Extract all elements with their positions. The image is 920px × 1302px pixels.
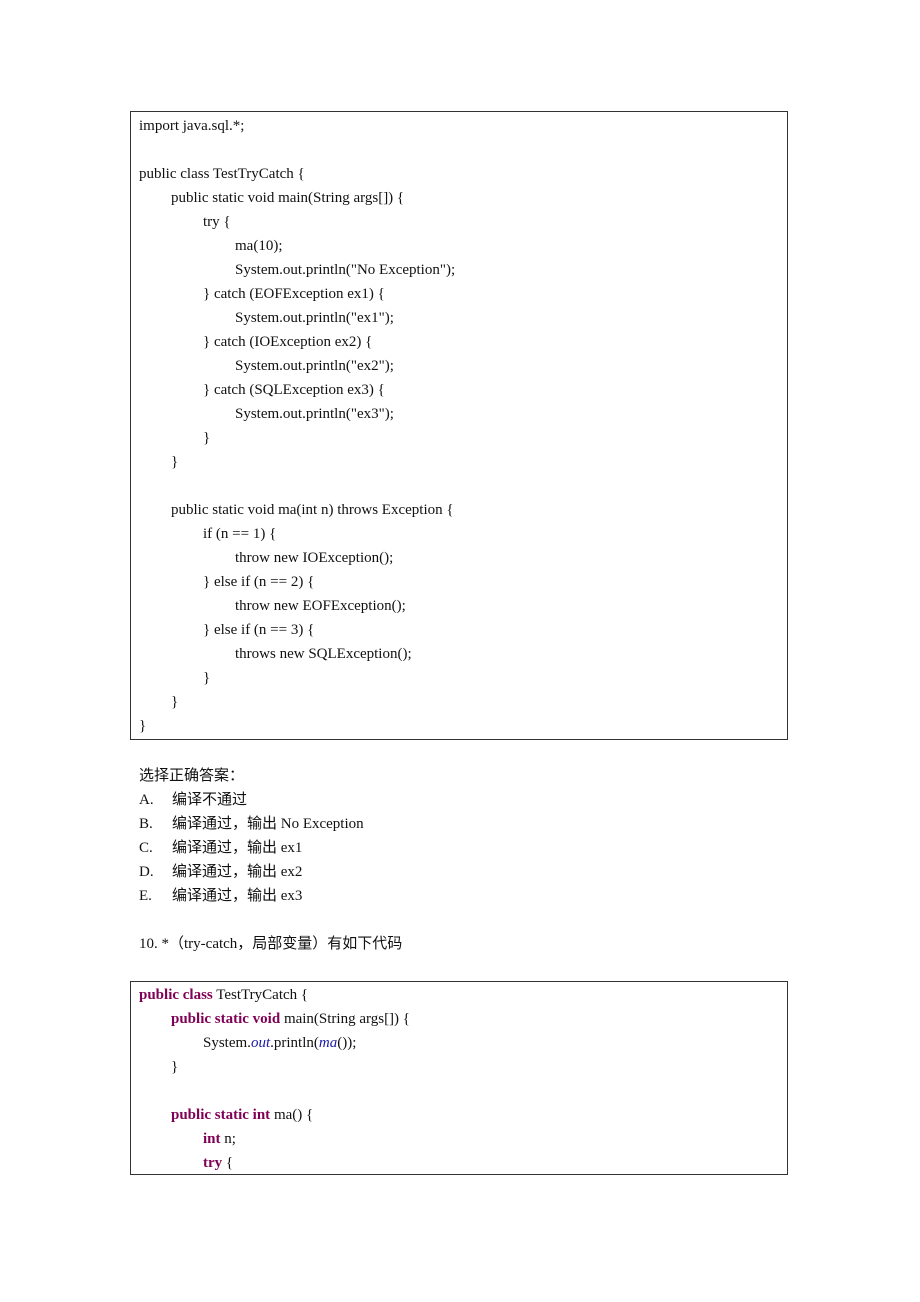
code-line: System.out.println(ma()); (203, 1031, 356, 1055)
code-line: System.out.println("ex1"); (235, 310, 394, 326)
code-keyword: try (203, 1155, 223, 1171)
code-text: n; (220, 1131, 236, 1147)
code-keyword: int (203, 1131, 221, 1147)
code-line: } catch (IOException ex2) { (203, 334, 373, 350)
code-text: ma() { (270, 1107, 314, 1123)
code-line: try { (203, 1151, 233, 1175)
code-line: throw new IOException(); (235, 550, 394, 566)
code-keyword: public static int (171, 1107, 271, 1123)
code-line: throws new SQLException(); (235, 646, 412, 662)
code-line: public static void main(String args[]) { (171, 190, 405, 206)
code-text: main(String args[]) { (280, 1011, 411, 1027)
option-text: 编译通过，输出 ex2 (172, 864, 303, 880)
code-line: } else if (n == 3) { (203, 622, 315, 638)
code-line: } (171, 694, 179, 710)
code-line: } catch (EOFException ex1) { (203, 286, 385, 302)
code-text: ()); (337, 1035, 357, 1051)
code-line: } (139, 718, 147, 734)
code-line: } else if (n == 2) { (203, 574, 315, 590)
code-line: public class TestTryCatch { (139, 983, 308, 1007)
code-line: } (203, 430, 211, 446)
code-text: ma (318, 1035, 338, 1051)
code-block-1: import java.sql.*; public class TestTryCa… (130, 111, 788, 740)
answer-option: C. 编译通过，输出 ex1 (139, 836, 302, 860)
code-line: } (171, 1055, 178, 1079)
code-line: public static void main(String args[]) { (171, 1007, 410, 1031)
code-block-2: public class TestTryCatch {public static… (130, 981, 788, 1175)
question-prompt: 选择正确答案： (139, 768, 245, 784)
code-text: TestTryCatch { (212, 987, 309, 1003)
code-line: int n; (203, 1127, 236, 1151)
option-label: C. (139, 840, 153, 856)
code-line: } (171, 454, 179, 470)
option-label: D. (139, 864, 154, 880)
option-label: A. (139, 792, 154, 808)
code-line: import java.sql.*; (139, 118, 245, 134)
option-label: E. (139, 888, 152, 904)
option-text: 编译通过，输出 ex1 (172, 840, 303, 856)
answer-option: D. 编译通过，输出 ex2 (139, 860, 302, 884)
code-text: System. (203, 1035, 251, 1051)
code-line: if (n == 1) { (203, 526, 277, 542)
code-text: } (171, 1059, 179, 1075)
code-line: System.out.println("No Exception"); (235, 262, 456, 278)
code-keyword: public static void (171, 1011, 281, 1027)
code-line: ma(10); (235, 238, 283, 254)
option-label: B. (139, 816, 153, 832)
code-line: } catch (SQLException ex3) { (203, 382, 385, 398)
code-text: .println( (270, 1035, 319, 1051)
option-text: 编译通过，输出 No Exception (172, 816, 364, 832)
option-text: 编译通过，输出 ex3 (172, 888, 303, 904)
answer-option: E. 编译通过，输出 ex3 (139, 884, 302, 908)
code-text: { (222, 1155, 234, 1171)
code-line: throw new EOFException(); (235, 598, 406, 614)
code-line: System.out.println("ex3"); (235, 406, 394, 422)
code-line: public static int ma() { (171, 1103, 313, 1127)
code-line: } (203, 670, 211, 686)
option-text: 编译不通过 (172, 792, 248, 808)
code-line: public class TestTryCatch { (139, 166, 305, 182)
answer-option: A. 编译不通过 (139, 788, 247, 812)
code-line: try { (203, 214, 231, 230)
question-10-title: 10. *（try-catch，局部变量）有如下代码 (139, 936, 403, 952)
code-line: System.out.println("ex2"); (235, 358, 394, 374)
code-line: public static void ma(int n) throws Exce… (171, 502, 454, 518)
answer-option: B. 编译通过，输出 No Exception (139, 812, 364, 836)
code-text: out (250, 1035, 271, 1051)
code-keyword: public class (139, 987, 213, 1003)
